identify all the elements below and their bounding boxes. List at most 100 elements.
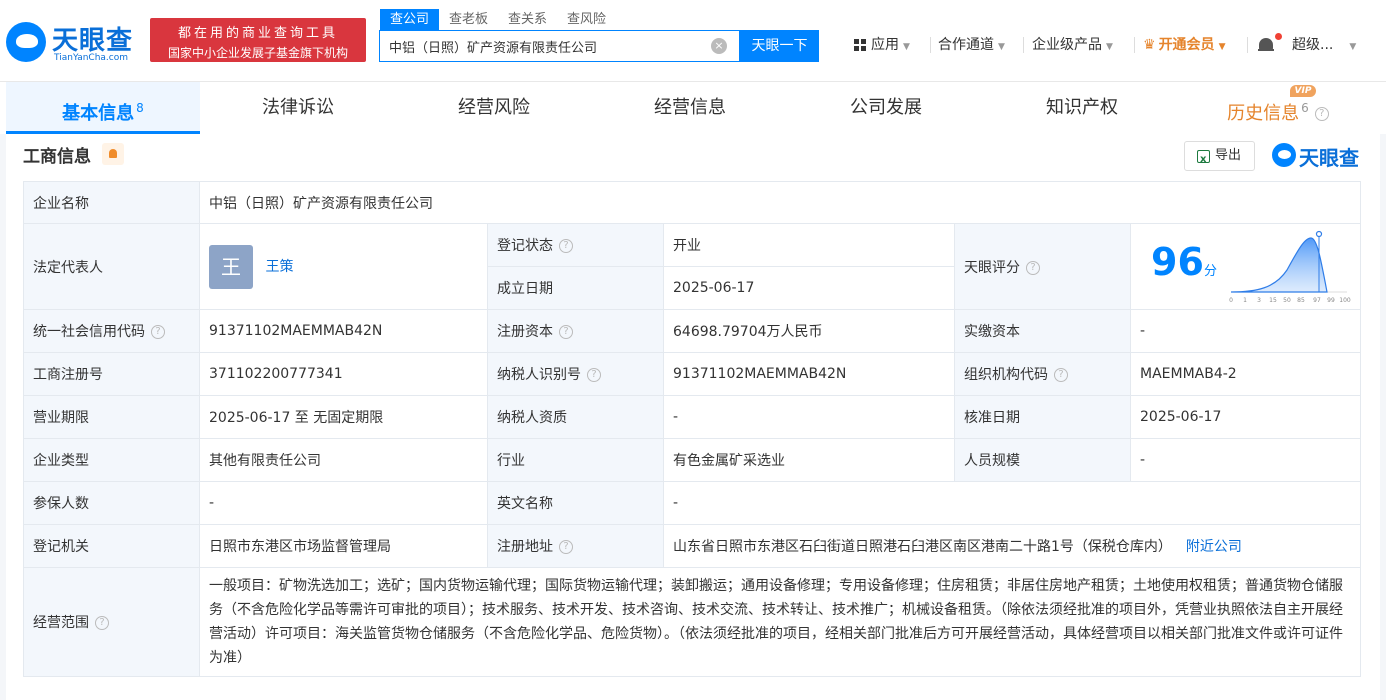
tab-ip[interactable]: 知识产权 [984, 82, 1180, 134]
nav-partner[interactable]: 合作通道 ▼ [938, 34, 1005, 56]
avatar[interactable]: 王 [209, 244, 253, 289]
nav-divider [1247, 37, 1248, 53]
address-value: 山东省日照市东港区石臼街道日照港石臼港区南区港南二十路1号（保税仓库内） [673, 539, 1172, 555]
scope-label: 经营范围? [23, 567, 200, 677]
svg-text:0: 0 [1229, 297, 1233, 304]
legal-rep-link[interactable]: 王策 [265, 259, 293, 275]
chevron-down-icon: ▼ [1218, 42, 1226, 52]
help-icon[interactable]: ? [1026, 260, 1040, 275]
help-icon[interactable]: ? [1054, 368, 1068, 382]
chevron-down-icon: ▼ [1106, 42, 1113, 52]
reg-capital-value: 64698.79704万人民币 [663, 309, 955, 353]
score-distribution-chart: 0 1 3 15 50 85 97 99 100 [1229, 230, 1351, 304]
search-tab-relation[interactable]: 查关系 [498, 9, 557, 30]
paid-capital-value: - [1129, 309, 1362, 353]
score-cell[interactable]: 96 分 0 1 3 15 50 85 97 99 100 [1129, 223, 1362, 310]
notification-bell-icon[interactable] [1258, 36, 1274, 54]
staff-value: - [1129, 438, 1362, 482]
svg-text:50: 50 [1283, 297, 1291, 304]
nav-enterprise[interactable]: 企业级产品 ▼ [1032, 34, 1113, 56]
clear-icon[interactable]: × [711, 38, 727, 54]
chevron-down-icon: ▼ [1349, 42, 1357, 52]
tab-basic-info[interactable]: 基本信息 8 [6, 82, 200, 134]
tab-operation-info[interactable]: 经营信息 [592, 82, 788, 134]
nav-divider [930, 37, 931, 53]
help-icon[interactable]: ? [151, 325, 165, 339]
search-input[interactable] [380, 31, 700, 61]
tax-qual-label: 纳税人资质 [487, 395, 664, 439]
tab-development[interactable]: 公司发展 [788, 82, 984, 134]
svg-text:97: 97 [1313, 297, 1321, 304]
eye-logo-icon [1272, 143, 1296, 167]
tab-operation-risk[interactable]: 经营风险 [396, 82, 592, 134]
taxpayer-id-value: 91371102MAEMMAB42N [663, 352, 955, 396]
scope-value: 一般项目：矿物洗选加工；选矿；国内货物运输代理；国际货物运输代理；装卸搬运；通用… [198, 567, 1362, 677]
legal-rep-cell: 王 王策 [199, 223, 488, 310]
search-tab-risk[interactable]: 查风险 [557, 9, 616, 30]
export-button[interactable]: 导出 [1184, 141, 1255, 174]
help-icon[interactable]: ? [559, 239, 573, 253]
score-label: 天眼评分? [954, 223, 1131, 310]
legal-rep-label: 法定代表人 [23, 223, 200, 310]
nav-user[interactable]: 超级... ▼ [1292, 34, 1356, 56]
search-tab-boss[interactable]: 查老板 [439, 9, 498, 30]
tab-legal[interactable]: 法律诉讼 [200, 82, 396, 134]
reg-no-value: 371102200777341 [199, 352, 488, 396]
nearby-companies-link[interactable]: 附近公司 [1186, 539, 1242, 555]
company-name-value: 中铝（日照）矿产资源有限责任公司 [198, 181, 1362, 224]
svg-text:3: 3 [1257, 297, 1261, 304]
address-cell: 山东省日照市东港区石臼街道日照港石臼港区南区港南二十路1号（保税仓库内） 附近公司 [662, 524, 1362, 568]
authority-value: 日照市东港区市场监督管理局 [199, 524, 488, 568]
credit-code-label: 统一社会信用代码? [23, 309, 200, 353]
nav-vip-label: 开通会员 [1158, 37, 1215, 53]
taxpayer-id-label: 纳税人识别号? [487, 352, 664, 396]
reg-status-label: 登记状态? [487, 223, 664, 267]
svg-text:85: 85 [1297, 297, 1305, 304]
nav-vip[interactable]: ♛ 开通会员 ▼ [1143, 34, 1225, 56]
grid-icon [854, 39, 866, 51]
nav-divider [1023, 37, 1024, 53]
tianyancha-logo[interactable]: 天眼查 TianYanCha.com [6, 18, 146, 66]
nav-partner-label: 合作通道 [938, 37, 994, 53]
crown-icon: ♛ [1143, 37, 1156, 53]
help-icon[interactable]: ? [1314, 107, 1329, 121]
en-name-label: 英文名称 [487, 481, 664, 525]
authority-label: 登记机关 [23, 524, 200, 568]
logo-text: 天眼查 [52, 26, 134, 56]
org-code-value: MAEMMAB4-2 [1129, 352, 1362, 396]
help-icon[interactable]: ? [559, 540, 573, 554]
subscribe-bell-icon[interactable] [102, 143, 124, 165]
nav-apps[interactable]: 应用 ▼ [854, 34, 910, 56]
type-value: 其他有限责任公司 [199, 438, 488, 482]
search-box: × [379, 30, 740, 62]
company-tab-bar: 基本信息 8 法律诉讼 经营风险 经营信息 公司发展 知识产权 历史信息 6? [0, 82, 1386, 134]
brand-text: 天眼查 [1299, 146, 1359, 170]
term-value: 2025-06-17 至 无固定期限 [199, 395, 488, 439]
help-icon[interactable]: ? [95, 616, 109, 630]
industry-label: 行业 [487, 438, 664, 482]
est-date-label: 成立日期 [487, 266, 664, 310]
reg-capital-label: 注册资本? [487, 309, 664, 353]
tianyancha-watermark: 天眼查 [1272, 142, 1372, 170]
help-icon[interactable]: ? [559, 325, 573, 339]
staff-label: 人员规模 [954, 438, 1131, 482]
help-icon[interactable]: ? [587, 368, 601, 382]
nav-user-label: 超级... [1292, 37, 1334, 53]
industry-value: 有色金属矿采选业 [663, 438, 955, 482]
company-name-label: 企业名称 [23, 181, 200, 224]
section-title: 工商信息 [23, 147, 91, 167]
tab-history[interactable]: 历史信息 6? [1180, 82, 1376, 134]
search-type-tabs: 查公司 查老板 查关系 查风险 [380, 9, 616, 30]
credit-code-value: 91371102MAEMMAB42N [199, 309, 488, 353]
paid-capital-label: 实缴资本 [954, 309, 1131, 353]
vip-badge: VIP [1290, 85, 1316, 97]
svg-text:99: 99 [1327, 297, 1335, 304]
search-button[interactable]: 天眼一下 [740, 30, 819, 62]
business-info-table: 企业名称 中铝（日照）矿产资源有限责任公司 法定代表人 王 王策 登记状态? 开… [23, 181, 1362, 677]
logo-domain: TianYanCha.com [54, 53, 129, 63]
search-tab-company[interactable]: 查公司 [380, 9, 440, 30]
reg-no-label: 工商注册号 [23, 352, 200, 396]
tax-qual-value: - [663, 395, 955, 439]
excel-icon [1197, 146, 1210, 174]
promo-banner[interactable]: 都在用的商业查询工具 国家中小企业发展子基金旗下机构 [150, 18, 366, 62]
